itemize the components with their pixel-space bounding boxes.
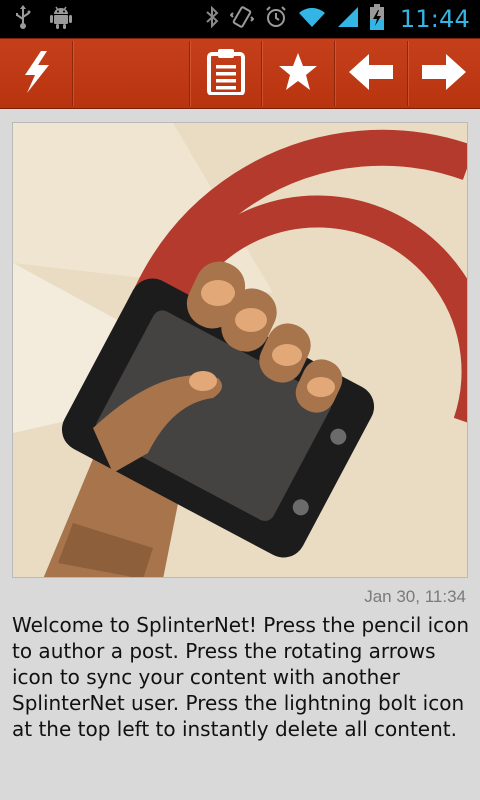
signal-icon — [336, 5, 360, 33]
wifi-icon — [298, 5, 326, 33]
vibrate-icon — [229, 5, 255, 33]
clipboard-button[interactable] — [190, 39, 261, 108]
star-icon — [278, 52, 318, 96]
post-image — [12, 122, 468, 578]
forward-button[interactable] — [408, 39, 480, 108]
post-content: Jan 30, 11:34 Welcome to SplinterNet! Pr… — [0, 109, 480, 800]
post-body: Welcome to SplinterNet! Press the pencil… — [12, 613, 470, 741]
lightning-bolt-icon — [21, 50, 51, 97]
clipboard-icon — [206, 48, 246, 99]
hand-holding-phone-illustration — [13, 123, 467, 577]
status-right-icons: 11:44 — [204, 0, 470, 38]
lightning-bolt-button[interactable] — [0, 39, 72, 108]
arrow-left-icon — [349, 53, 393, 94]
star-button[interactable] — [262, 39, 334, 108]
arrow-right-icon — [422, 53, 466, 94]
bluetooth-icon — [204, 5, 220, 33]
status-bar: 11:44 — [0, 0, 480, 38]
action-bar-spacer — [73, 39, 189, 108]
android-debug-icon — [50, 5, 72, 33]
status-time: 11:44 — [399, 5, 470, 33]
post-date: Jan 30, 11:34 — [364, 587, 466, 606]
action-bar — [0, 38, 480, 109]
status-left-icons — [14, 5, 72, 33]
back-button[interactable] — [335, 39, 407, 108]
alarm-icon — [264, 5, 288, 33]
battery-charging-icon — [369, 4, 384, 34]
usb-icon — [14, 5, 32, 33]
